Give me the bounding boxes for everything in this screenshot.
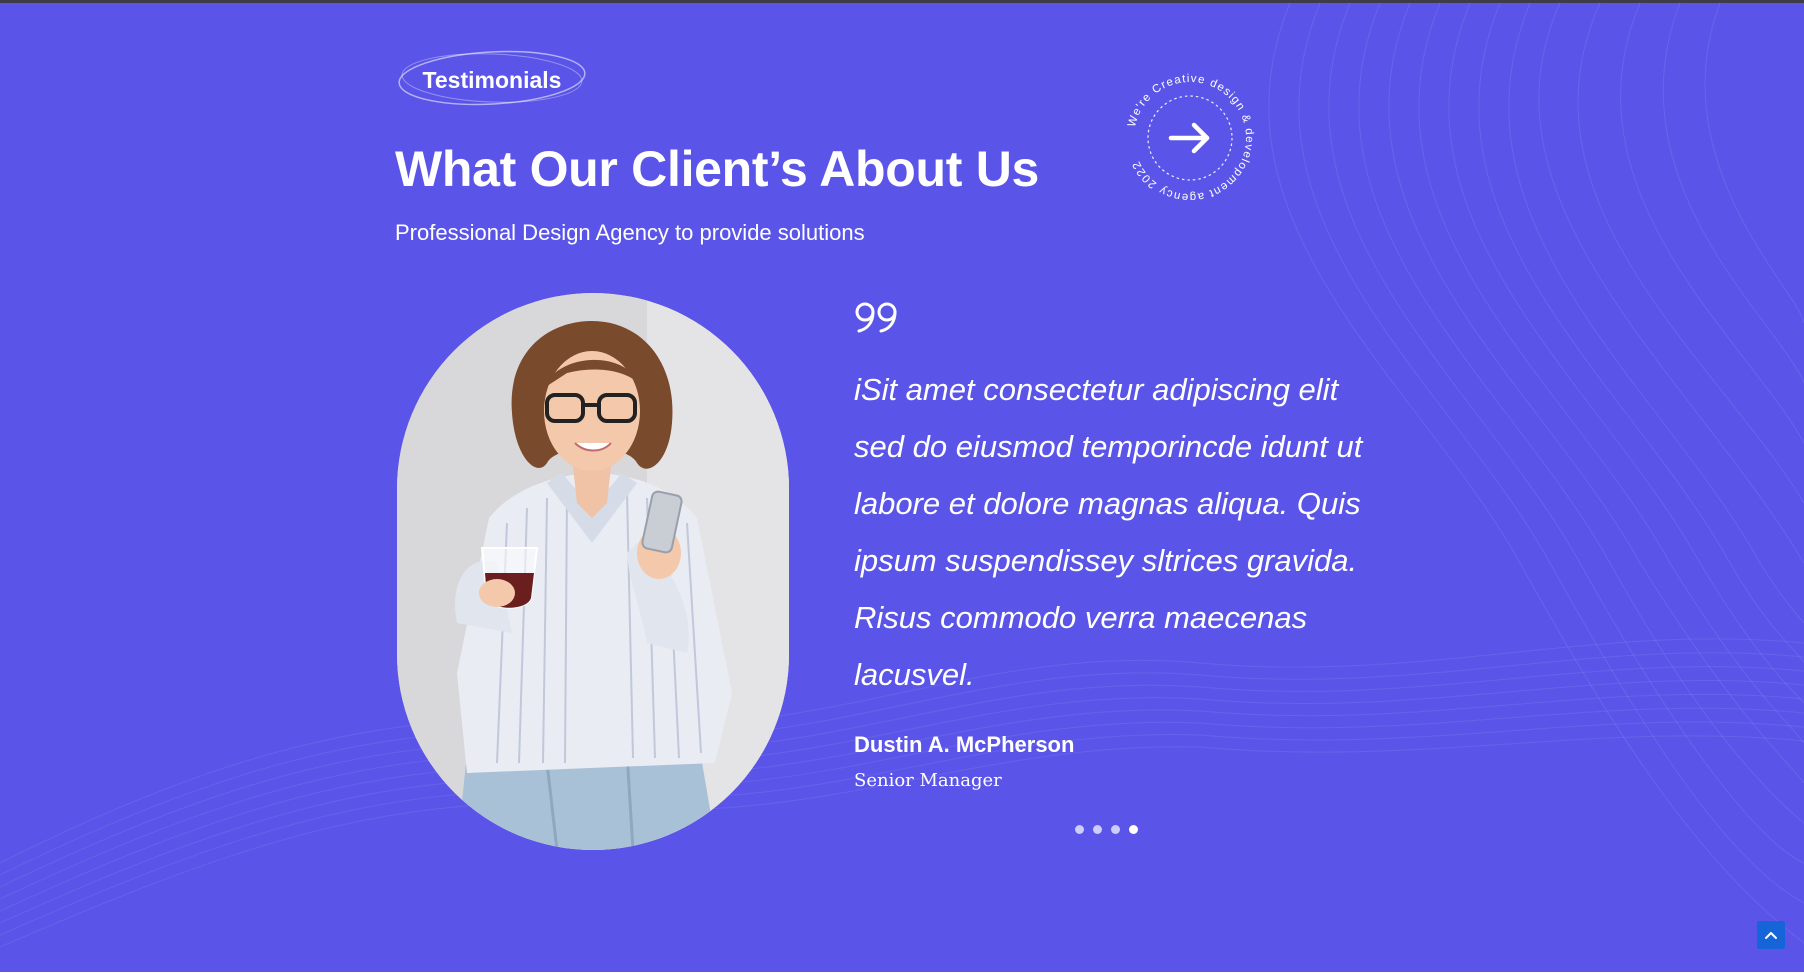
- client-photo: [397, 293, 789, 850]
- author-role: Senior Manager: [854, 770, 1002, 791]
- testimonials-badge: Testimonials: [396, 47, 588, 109]
- slider-dot[interactable]: [1111, 825, 1120, 834]
- testimonial-quote: iSit amet consectetur adipiscing elit se…: [854, 372, 1363, 692]
- quote-icon: [855, 302, 897, 333]
- slider-pagination: [1075, 825, 1138, 834]
- slider-dot[interactable]: [1093, 825, 1102, 834]
- chevron-up-icon: [1765, 932, 1777, 939]
- author-name: Dustin A. McPherson: [854, 732, 1075, 757]
- arrow-right-icon: [1168, 122, 1210, 154]
- testimonials-badge-label: Testimonials: [422, 66, 562, 93]
- scroll-to-top-button[interactable]: [1757, 921, 1785, 949]
- testimonials-section: Testimonials What Our Client’s About Us …: [0, 3, 1804, 972]
- slider-dot-active[interactable]: [1129, 825, 1138, 834]
- section-title: What Our Client’s About Us: [395, 141, 1040, 197]
- slider-dot[interactable]: [1075, 825, 1084, 834]
- creative-agency-badge[interactable]: We're Creative design & development agen…: [1120, 68, 1260, 208]
- section-subtitle: Professional Design Agency to provide so…: [395, 220, 865, 245]
